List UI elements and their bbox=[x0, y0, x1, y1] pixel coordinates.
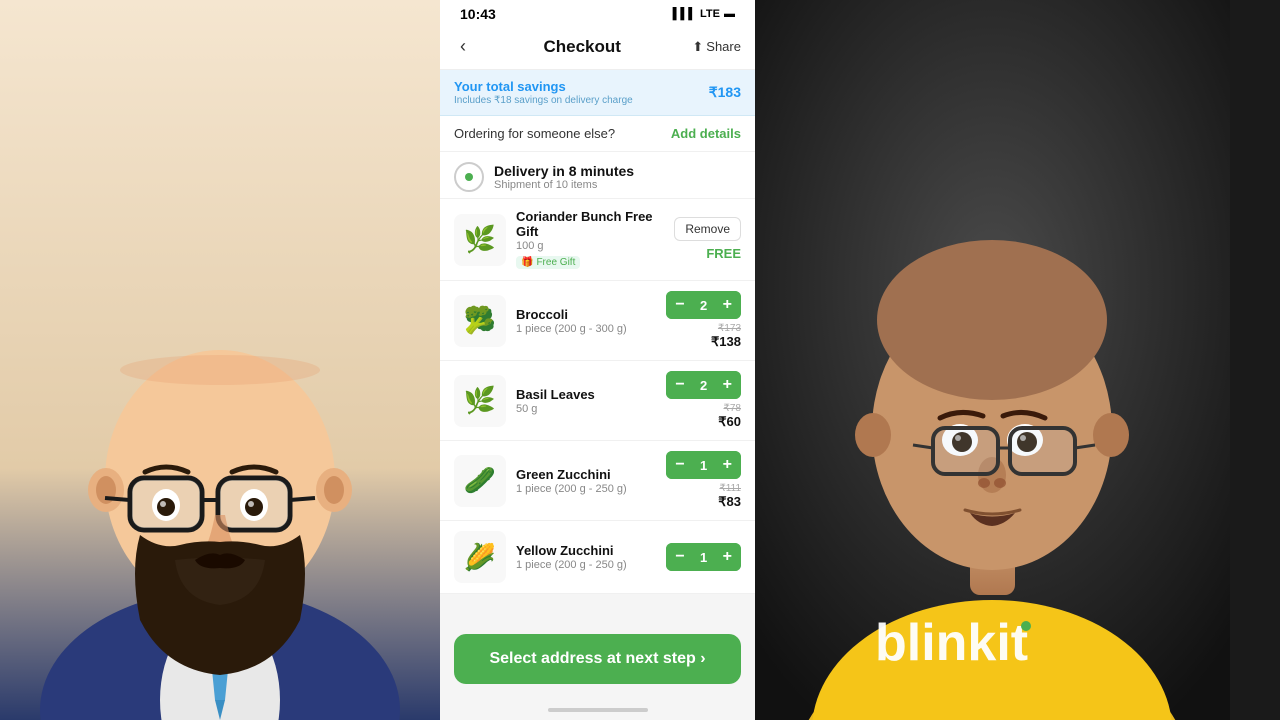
items-list: 🌿 Coriander Bunch Free Gift 100 g 🎁 Free… bbox=[440, 199, 755, 626]
savings-banner: Your total savings Includes ₹18 savings … bbox=[440, 70, 755, 116]
item-price-area: ₹173 ₹138 bbox=[711, 323, 741, 350]
header-title: Checkout bbox=[543, 37, 620, 57]
increase-qty-button[interactable]: + bbox=[714, 371, 741, 399]
item-image: 🌿 bbox=[454, 214, 506, 266]
add-details-button[interactable]: Add details bbox=[671, 126, 741, 141]
item-card: 🌿 Coriander Bunch Free Gift 100 g 🎁 Free… bbox=[440, 199, 755, 281]
item-info: Green Zucchini 1 piece (200 g - 250 g) bbox=[516, 467, 656, 495]
item-card: 🌽 Yellow Zucchini 1 piece (200 g - 250 g… bbox=[440, 521, 755, 594]
item-name: Yellow Zucchini bbox=[516, 543, 656, 558]
delivery-section: Delivery in 8 minutes Shipment of 10 ite… bbox=[440, 152, 755, 199]
savings-subtitle: Includes ₹18 savings on delivery charge bbox=[454, 95, 633, 106]
item-info: Coriander Bunch Free Gift 100 g 🎁 Free G… bbox=[516, 209, 664, 270]
item-name: Green Zucchini bbox=[516, 467, 656, 482]
qty-number: 1 bbox=[694, 550, 714, 565]
decrease-qty-button[interactable]: − bbox=[666, 371, 693, 399]
item-info: Basil Leaves 50 g bbox=[516, 387, 656, 415]
item-name: Coriander Bunch Free Gift bbox=[516, 209, 664, 239]
status-time: 10:43 bbox=[460, 6, 496, 22]
home-bar bbox=[548, 708, 648, 712]
increase-qty-button[interactable]: + bbox=[714, 543, 741, 571]
item-image: 🥦 bbox=[454, 295, 506, 347]
signal-icon: ▌▌▌ bbox=[673, 8, 696, 20]
delivery-info: Delivery in 8 minutes Shipment of 10 ite… bbox=[494, 163, 634, 191]
delivery-icon bbox=[454, 162, 484, 192]
item-original-price: ₹173 bbox=[711, 323, 741, 334]
free-gift-badge: 🎁 Free Gift bbox=[516, 256, 580, 269]
qty-stepper: − 1 + bbox=[666, 543, 741, 571]
back-button[interactable]: ‹ bbox=[454, 34, 472, 59]
share-label: Share bbox=[706, 39, 741, 54]
qty-stepper: − 1 + bbox=[666, 451, 741, 479]
item-image: 🌿 bbox=[454, 375, 506, 427]
select-address-button[interactable]: Select address at next step › bbox=[454, 634, 741, 684]
badge-label: Free Gift bbox=[536, 257, 575, 268]
select-address-label: Select address at next step › bbox=[489, 650, 705, 668]
savings-info: Your total savings Includes ₹18 savings … bbox=[454, 79, 633, 106]
item-price-area: ₹111 ₹83 bbox=[718, 483, 741, 510]
item-weight: 1 piece (200 g - 250 g) bbox=[516, 483, 656, 495]
item-image: 🥒 bbox=[454, 455, 506, 507]
item-weight: 1 piece (200 g - 300 g) bbox=[516, 323, 656, 335]
decrease-qty-button[interactable]: − bbox=[666, 451, 693, 479]
right-panel: blinkit bbox=[755, 0, 1230, 720]
item-info: Yellow Zucchini 1 piece (200 g - 250 g) bbox=[516, 543, 656, 571]
item-card: 🥒 Green Zucchini 1 piece (200 g - 250 g)… bbox=[440, 441, 755, 521]
item-price-area: ₹78 ₹60 bbox=[718, 403, 741, 430]
item-price-area: FREE bbox=[706, 245, 741, 263]
qty-number: 2 bbox=[694, 298, 714, 313]
savings-amount: ₹183 bbox=[709, 84, 741, 101]
battery-icon: ▬ bbox=[724, 8, 735, 20]
item-final-price: ₹60 bbox=[718, 414, 741, 430]
home-indicator bbox=[440, 700, 755, 720]
item-original-price: ₹78 bbox=[718, 403, 741, 414]
item-weight: 1 piece (200 g - 250 g) bbox=[516, 559, 656, 571]
left-panel bbox=[0, 0, 440, 720]
bottom-bar: Select address at next step › bbox=[440, 626, 755, 700]
status-bar: 10:43 ▌▌▌ LTE ▬ bbox=[440, 0, 755, 26]
item-name: Basil Leaves bbox=[516, 387, 656, 402]
item-image: 🌽 bbox=[454, 531, 506, 583]
share-icon: ⬆ bbox=[692, 39, 703, 55]
ordering-label: Ordering for someone else? bbox=[454, 126, 615, 141]
app-header: ‹ Checkout ⬆ Share bbox=[440, 26, 755, 70]
phone-panel: 10:43 ▌▌▌ LTE ▬ ‹ Checkout ⬆ Share Your … bbox=[440, 0, 755, 720]
svg-text:blinkit: blinkit bbox=[875, 614, 1028, 672]
status-icons: ▌▌▌ LTE ▬ bbox=[673, 8, 735, 20]
gift-icon: 🎁 bbox=[521, 257, 533, 268]
item-card: 🥦 Broccoli 1 piece (200 g - 300 g) − 2 +… bbox=[440, 281, 755, 361]
delivery-subtitle: Shipment of 10 items bbox=[494, 179, 634, 191]
qty-number: 2 bbox=[694, 378, 714, 393]
increase-qty-button[interactable]: + bbox=[714, 451, 741, 479]
delivery-inner-dot bbox=[465, 173, 473, 181]
ordering-row: Ordering for someone else? Add details bbox=[440, 116, 755, 152]
delivery-title: Delivery in 8 minutes bbox=[494, 163, 634, 179]
item-original-price: ₹111 bbox=[718, 483, 741, 494]
item-weight: 100 g bbox=[516, 240, 664, 252]
item-free-label: FREE bbox=[706, 246, 741, 261]
item-name: Broccoli bbox=[516, 307, 656, 322]
qty-stepper: − 2 + bbox=[666, 291, 741, 319]
item-info: Broccoli 1 piece (200 g - 300 g) bbox=[516, 307, 656, 335]
item-weight: 50 g bbox=[516, 403, 656, 415]
network-type: LTE bbox=[700, 8, 720, 20]
qty-stepper: − 2 + bbox=[666, 371, 741, 399]
increase-qty-button[interactable]: + bbox=[714, 291, 741, 319]
share-button[interactable]: ⬆ Share bbox=[692, 39, 741, 55]
item-final-price: ₹138 bbox=[711, 334, 741, 350]
decrease-qty-button[interactable]: − bbox=[666, 291, 693, 319]
item-final-price: ₹83 bbox=[718, 494, 741, 510]
item-card: 🌿 Basil Leaves 50 g − 2 + ₹78 ₹60 bbox=[440, 361, 755, 441]
decrease-qty-button[interactable]: − bbox=[666, 543, 693, 571]
qty-number: 1 bbox=[694, 458, 714, 473]
savings-title: Your total savings bbox=[454, 79, 633, 94]
remove-button[interactable]: Remove bbox=[674, 217, 741, 241]
